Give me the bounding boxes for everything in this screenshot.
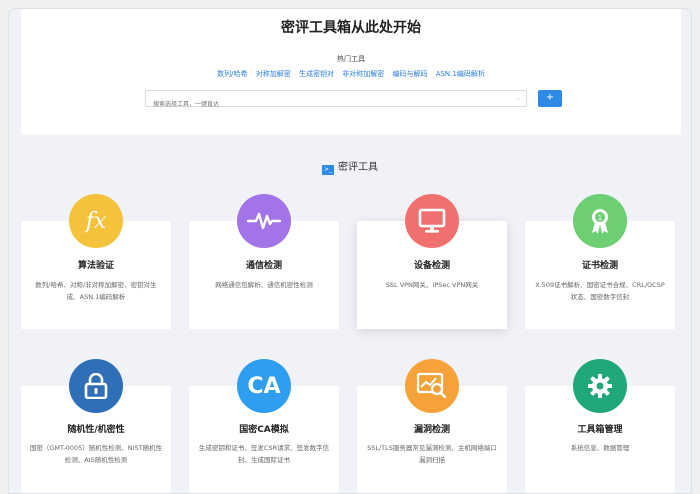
card-desc: 网络通信包解析、通信机密性检测: [215, 281, 313, 289]
hot-tools-links: 数列/哈希 对称加解密 生成密钥对 非对称加解密 编码与解码 ASN.1编码解析: [21, 69, 681, 79]
search-input[interactable]: [146, 97, 526, 112]
card-toolbox-manage[interactable]: 工具箱管理 系统信息、数据管理: [525, 359, 675, 493]
hot-link-symmetric[interactable]: 对称加解密: [256, 70, 291, 78]
app-frame: 密评工具箱从此处开始 热门工具 数列/哈希 对称加解密 生成密钥对 非对称加解密…: [8, 8, 692, 494]
section-header: >_ 密评工具: [9, 158, 691, 175]
card-desc: X.509证书解析、国密证书合规、CRL/OCSP状态、国密数字信封: [535, 281, 665, 301]
gear-icon: [573, 359, 627, 413]
card-cert-detect[interactable]: 1 证书检测 X.509证书解析、国密证书合规、CRL/OCSP状态、国密数字信…: [525, 194, 675, 329]
card-comm-detect[interactable]: 通信检测 网络通信包解析、通信机密性检测: [189, 194, 339, 329]
card-title: 国密CA模拟: [239, 425, 289, 435]
card-title: 漏洞检测: [413, 425, 450, 435]
card-device-detect[interactable]: 设备检测 SSL VPN网关、IPSec VPN网关: [357, 194, 507, 329]
hot-link-hash[interactable]: 数列/哈希: [217, 70, 247, 78]
card-title: 通信检测: [245, 261, 282, 271]
ca-text-icon: CA: [237, 359, 291, 413]
card-vuln-detect[interactable]: 漏洞检测 SSL/TLS服务器常见漏洞检测、主机网络端口漏洞扫描: [357, 359, 507, 493]
hot-link-asn1[interactable]: ASN.1编码解析: [436, 70, 485, 78]
hero-panel: 密评工具箱从此处开始 热门工具 数列/哈希 对称加解密 生成密钥对 非对称加解密…: [21, 9, 681, 135]
card-randomness[interactable]: 随机性/机密性 国密（GMT-0005）随机性检测、NIST随机性检测、AIS随…: [21, 359, 171, 493]
page-title: 密评工具箱从此处开始: [281, 20, 421, 36]
card-desc: SSL/TLS服务器常见漏洞检测、主机网络端口漏洞扫描: [367, 444, 497, 464]
card-desc: 数列/哈希、对称/非对称加解密、密钥对生成、ASN.1编码解析: [35, 281, 157, 301]
card-desc: SSL VPN网关、IPSec VPN网关: [385, 281, 479, 289]
card-title: 随机性/机密性: [67, 425, 125, 435]
search-box: ⌵: [145, 90, 527, 112]
waveform-icon: [237, 194, 291, 248]
chart-magnifier-icon: [405, 359, 459, 413]
hot-link-encode[interactable]: 编码与解码: [392, 70, 427, 78]
chevron-down-icon[interactable]: ⌵: [515, 95, 520, 103]
card-title: 算法验证: [77, 261, 114, 271]
terminal-icon: >_: [322, 165, 334, 175]
hot-link-asymmetric[interactable]: 非对称加解密: [342, 70, 384, 78]
section-title: 密评工具: [338, 162, 378, 173]
card-title: 证书检测: [581, 261, 618, 271]
monitor-icon: [405, 194, 459, 248]
fx-icon: fx: [69, 194, 123, 248]
hot-tools-label: 热门工具: [337, 55, 365, 63]
card-algorithm-verify[interactable]: fx 算法验证 数列/哈希、对称/非对称加解密、密钥对生成、ASN.1编码解析: [21, 194, 171, 329]
search-button[interactable]: +: [538, 90, 562, 107]
hot-link-keypair[interactable]: 生成密钥对: [299, 70, 334, 78]
lock-icon: [69, 359, 123, 413]
card-title: 工具箱管理: [577, 425, 623, 435]
card-title: 设备检测: [413, 261, 450, 271]
svg-text:1: 1: [598, 214, 602, 222]
card-desc: 国密（GMT-0005）随机性检测、NIST随机性检测、AIS随机性检测: [29, 444, 163, 464]
certificate-icon: 1: [573, 194, 627, 248]
card-desc: 生成密钥和证书、签发CSR请求、签发数字信封、生成国际证书: [198, 444, 330, 464]
card-gm-ca[interactable]: CA 国密CA模拟 生成密钥和证书、签发CSR请求、签发数字信封、生成国际证书: [189, 359, 339, 493]
card-desc: 系统信息、数据管理: [570, 444, 630, 452]
